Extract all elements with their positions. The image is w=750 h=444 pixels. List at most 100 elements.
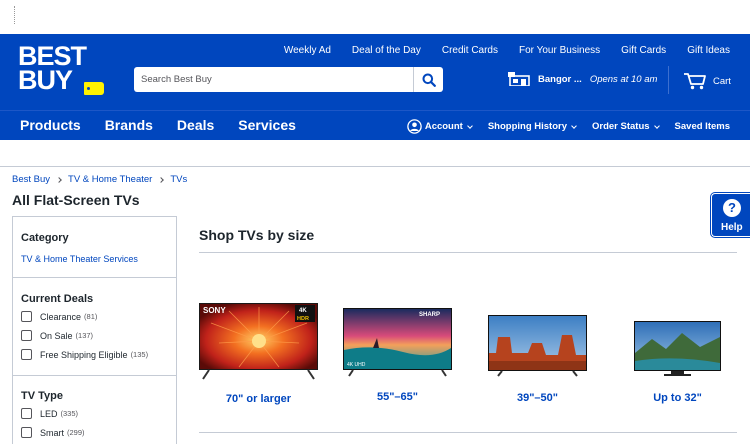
filter-option-on-sale[interactable]: On Sale (137) [21,329,168,342]
nav-account-menu: Account Shopping History Order Status Sa… [407,119,730,134]
tv-size-label[interactable]: 39"–50" [488,392,587,404]
facet-category: Category TV & Home Theater Services [13,217,176,278]
nav-products[interactable]: Products [20,117,81,133]
tv-size-label[interactable]: 55"–65" [343,391,452,403]
utility-link-gift-ideas[interactable]: Gift Ideas [687,45,730,56]
filter-label: Clearance [40,311,82,322]
filter-label: LED [40,408,58,419]
best-buy-logo[interactable]: BEST BUY [18,43,106,98]
cart-button[interactable]: Cart [683,72,731,90]
tv-size-card-39-50[interactable]: 39"–50" [488,315,587,404]
store-name: Bangor ... [538,73,582,85]
tv-size-card-up-to-32[interactable]: Up to 32" [634,321,721,404]
shopping-history-menu[interactable]: Shopping History [487,121,577,132]
filter-option-led[interactable]: LED (335) [21,407,168,420]
store-locator[interactable]: Bangor ... Opens at 10 am [508,72,657,86]
facet-current-deals-title: Current Deals [21,293,94,305]
facet-tv-type-title: TV Type [21,390,63,402]
utility-link-weekly-ad[interactable]: Weekly Ad [284,45,331,56]
store-hours: Opens at 10 am [589,73,658,85]
tv-image-landscape [634,321,721,376]
account-icon [407,119,422,134]
filter-count: (135) [130,350,149,359]
search-icon [422,73,436,87]
search-bar [134,67,443,92]
utility-link-credit-cards[interactable]: Credit Cards [442,45,498,56]
filter-option-free-shipping[interactable]: Free Shipping Eligible (135) [21,348,168,361]
tv-image-desert [488,315,587,377]
saved-items-label: Saved Items [674,121,730,132]
filter-label: On Sale [40,330,73,341]
section-divider [199,252,737,253]
order-status-menu[interactable]: Order Status [592,121,660,132]
tv-size-label[interactable]: Up to 32" [634,392,721,404]
utility-link-gift-cards[interactable]: Gift Cards [621,45,666,56]
tv-corner-text: 4K UHD [347,362,366,368]
utility-link-deal-of-the-day[interactable]: Deal of the Day [352,45,421,56]
utility-link-for-your-business[interactable]: For Your Business [519,45,600,56]
page-title: All Flat-Screen TVs [12,192,140,208]
facet-tv-type: TV Type LED (335) Smart (299) [13,376,176,439]
search-input[interactable] [134,67,413,92]
facet-current-deals: Current Deals Clearance (81) On Sale (13… [13,278,176,376]
breadcrumb-tv-home-theater[interactable]: TV & Home Theater [68,174,152,185]
chevron-right-icon [56,176,62,183]
filter-count: (299) [67,428,85,437]
header-separator [0,166,750,167]
nav-main-menu: Products Brands Deals Services [20,117,296,133]
filter-label: Smart [40,427,65,438]
account-menu[interactable]: Account [407,119,473,134]
logo-tag-icon [84,82,104,95]
site-header: BEST BUY Weekly Ad Deal of the Day Credi… [0,34,750,110]
tv-size-card-70-plus[interactable]: SONY 4K HDR 70" or larger [199,303,318,405]
tv-size-label[interactable]: 70" or larger [199,393,318,405]
nav-brands[interactable]: Brands [105,117,153,133]
shopping-history-label: Shopping History [487,121,567,132]
logo-text-line2: BUY [18,65,73,95]
filter-sidebar: Category TV & Home Theater Services Curr… [12,216,177,444]
tv-size-card-55-65[interactable]: SHARP 4K UHD 55"–65" [343,308,452,403]
search-button[interactable] [413,67,443,92]
cart-label: Cart [713,75,731,87]
checkbox[interactable] [21,349,32,360]
account-label: Account [424,121,463,132]
breadcrumb-tvs[interactable]: TVs [170,174,187,185]
chevron-down-icon [466,122,473,129]
filter-option-smart[interactable]: Smart (299) [21,426,168,439]
order-status-label: Order Status [592,121,650,132]
logo-text: BEST BUY [18,43,87,95]
section-divider [199,432,737,433]
header-divider [668,66,669,94]
breadcrumb-best-buy[interactable]: Best Buy [12,174,50,185]
help-label: Help [721,222,743,233]
checkbox[interactable] [21,311,32,322]
checkbox[interactable] [21,427,32,438]
tv-badge-bottom: HDR [297,316,309,322]
tv-badge-top: 4K [299,308,307,314]
filter-count: (137) [75,331,94,340]
top-strip [0,0,750,34]
nav-deals[interactable]: Deals [177,117,214,133]
main-nav: Products Brands Deals Services Account S… [0,110,750,140]
tv-image-sony: SONY 4K HDR [199,303,318,380]
tv-brand-text: SHARP [419,312,440,318]
chevron-down-icon [571,122,577,129]
filter-option-clearance[interactable]: Clearance (81) [21,310,168,323]
store-icon [508,72,530,86]
chevron-down-icon [653,122,660,129]
filter-count: (81) [84,312,98,321]
checkbox[interactable] [21,330,32,341]
help-button[interactable]: ? Help [711,193,750,237]
category-link-tv-home-theater-services[interactable]: TV & Home Theater Services [21,254,138,264]
saved-items-link[interactable]: Saved Items [675,121,730,132]
tv-brand-text: SONY [203,306,226,315]
cart-icon [684,73,706,90]
checkbox[interactable] [21,408,32,419]
filter-label: Free Shipping Eligible [40,349,128,360]
utility-links: Weekly Ad Deal of the Day Credit Cards F… [284,45,730,56]
filter-count: (335) [60,409,79,418]
breadcrumb: Best Buy TV & Home Theater TVs [12,174,187,185]
nav-services[interactable]: Services [238,117,296,133]
tv-image-sharp: SHARP 4K UHD [343,308,452,377]
chevron-right-icon [158,176,165,183]
